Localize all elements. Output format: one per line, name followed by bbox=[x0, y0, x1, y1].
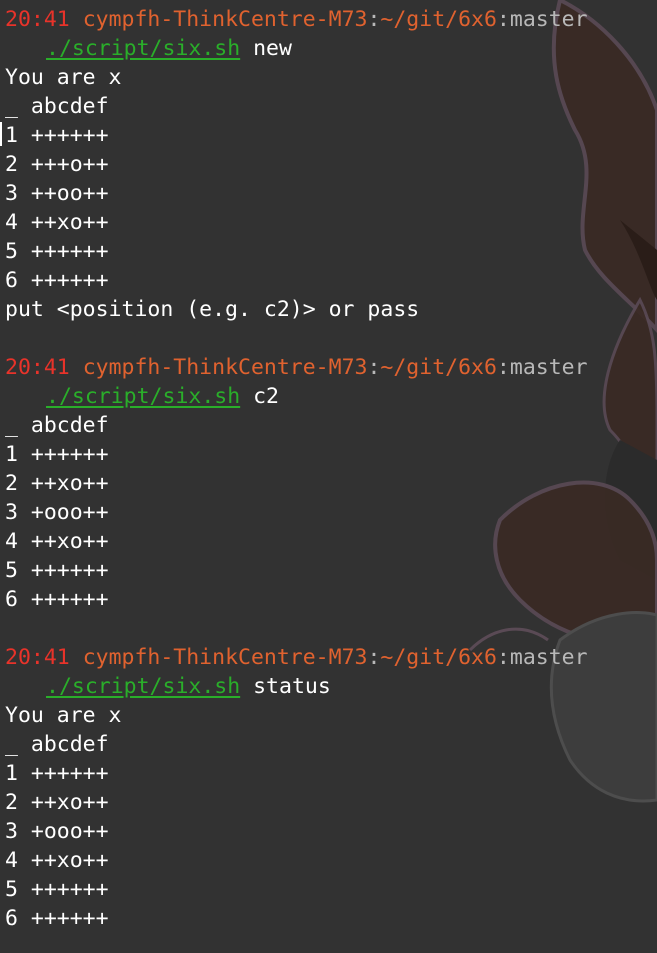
output-line: _ abcdef bbox=[5, 732, 109, 757]
output-line: 4 ++xo++ bbox=[5, 210, 109, 235]
output-line: 2 ++xo++ bbox=[5, 471, 109, 496]
prompt-separator: : bbox=[496, 7, 510, 32]
command-argument: status bbox=[240, 674, 331, 699]
prompt-separator: : bbox=[367, 355, 381, 380]
prompt-time: 20:41 bbox=[5, 7, 70, 32]
prompt-separator: : bbox=[496, 355, 510, 380]
output-line: 1 ++++++ bbox=[5, 442, 109, 467]
output-line: 2 +++o++ bbox=[5, 152, 109, 177]
output-line: 1 ++++++ bbox=[5, 123, 109, 148]
prompt-separator: : bbox=[367, 645, 381, 670]
command-argument: new bbox=[240, 36, 292, 61]
output-line: You are x bbox=[5, 703, 122, 728]
output-line: 5 ++++++ bbox=[5, 558, 109, 583]
output-line: 3 +ooo++ bbox=[5, 819, 109, 844]
prompt-host: cympfh-ThinkCentre-M73 bbox=[82, 7, 368, 32]
script-link[interactable]: ./script/six.sh bbox=[46, 36, 240, 61]
prompt-path: ~/git/6x6 bbox=[380, 645, 497, 670]
prompt-time: 20:41 bbox=[5, 645, 70, 670]
command-line: ./script/six.sh c2 bbox=[5, 382, 657, 411]
command-line: ./script/six.sh status bbox=[5, 672, 657, 701]
output-line: 5 ++++++ bbox=[5, 877, 109, 902]
prompt-branch: master bbox=[509, 645, 588, 670]
output-line: 6 ++++++ bbox=[5, 587, 109, 612]
output-line: 3 +ooo++ bbox=[5, 500, 109, 525]
output-line: _ abcdef bbox=[5, 413, 109, 438]
output-line: 3 ++oo++ bbox=[5, 181, 109, 206]
output-line: 2 ++xo++ bbox=[5, 790, 109, 815]
prompt-line: 20:41 cympfh-ThinkCentre-M73:~/git/6x6:m… bbox=[5, 353, 657, 382]
prompt-host: cympfh-ThinkCentre-M73 bbox=[82, 355, 368, 380]
prompt-branch: master bbox=[509, 355, 588, 380]
prompt-path: ~/git/6x6 bbox=[380, 355, 497, 380]
terminal-window[interactable]: 20:41 cympfh-ThinkCentre-M73:~/git/6x6:m… bbox=[0, 0, 657, 953]
script-link[interactable]: ./script/six.sh bbox=[46, 384, 240, 409]
prompt-line: 20:41 cympfh-ThinkCentre-M73:~/git/6x6:m… bbox=[5, 5, 657, 34]
command-line: ./script/six.sh new bbox=[5, 34, 657, 63]
output-line: You are x bbox=[5, 65, 122, 90]
output-line: 5 ++++++ bbox=[5, 239, 109, 264]
output-line: 6 ++++++ bbox=[5, 268, 109, 293]
prompt-path: ~/git/6x6 bbox=[380, 7, 497, 32]
output-line: 4 ++xo++ bbox=[5, 529, 109, 554]
prompt-branch: master bbox=[509, 7, 588, 32]
output-line: 6 ++++++ bbox=[5, 906, 109, 931]
script-link[interactable]: ./script/six.sh bbox=[46, 674, 240, 699]
output-line: 4 ++xo++ bbox=[5, 848, 109, 873]
prompt-line: 20:41 cympfh-ThinkCentre-M73:~/git/6x6:m… bbox=[5, 643, 657, 672]
command-argument: c2 bbox=[240, 384, 280, 409]
prompt-time: 20:41 bbox=[5, 355, 70, 380]
prompt-separator: : bbox=[367, 7, 381, 32]
prompt-host: cympfh-ThinkCentre-M73 bbox=[82, 645, 368, 670]
output-line: _ abcdef bbox=[5, 94, 109, 119]
output-line: put <position (e.g. c2)> or pass bbox=[5, 297, 420, 322]
prompt-separator: : bbox=[496, 645, 510, 670]
output-line: 1 ++++++ bbox=[5, 761, 109, 786]
